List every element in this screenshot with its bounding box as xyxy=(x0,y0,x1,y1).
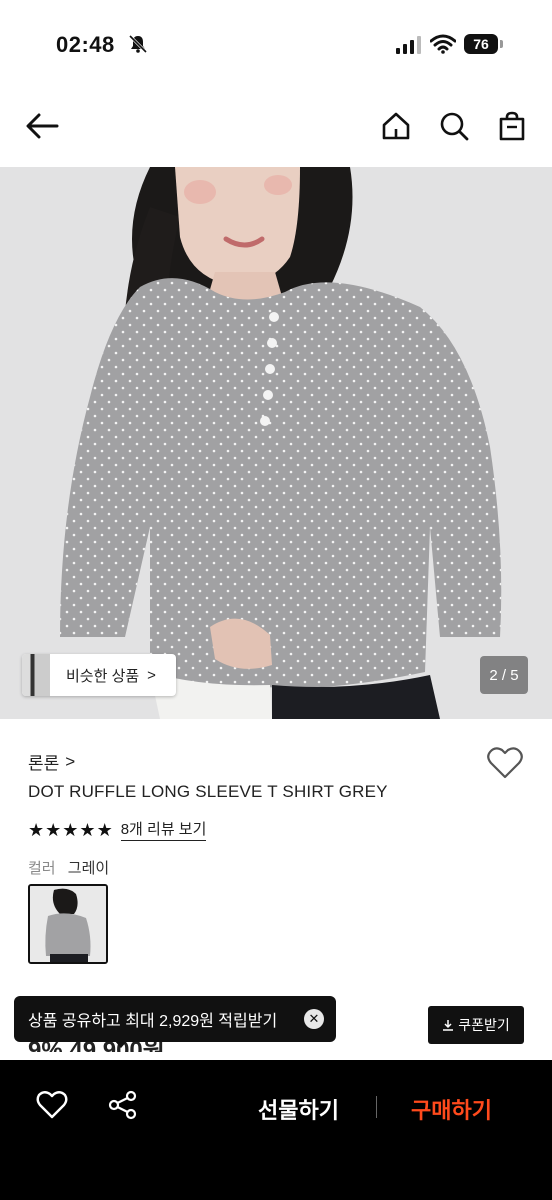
divider xyxy=(376,1096,377,1118)
star-icon: ★ xyxy=(28,819,45,840)
star-rating: ★ ★ ★ ★ ★ xyxy=(28,820,113,840)
top-nav xyxy=(0,90,552,166)
star-icon: ★ xyxy=(96,819,113,840)
bottom-action-bar: 선물하기 구매하기 xyxy=(0,1060,552,1200)
similar-products-label: 비슷한 상품 xyxy=(66,667,140,685)
search-button[interactable] xyxy=(436,108,472,144)
color-swatch-grey[interactable] xyxy=(28,884,108,964)
tooltip-message: 상품 공유하고 최대 2,929원 적립받기 xyxy=(28,1013,278,1030)
home-button[interactable] xyxy=(378,108,414,144)
review-link[interactable]: 8개 리뷰 보기 xyxy=(120,818,207,841)
color-label: 컬러 xyxy=(28,860,56,877)
share-reward-tooltip: 상품 공유하고 최대 2,929원 적립받기 ✕ xyxy=(14,996,336,1042)
similar-products-button[interactable]: 비슷한 상품 > xyxy=(22,654,176,696)
close-icon[interactable]: ✕ xyxy=(304,1009,324,1029)
download-icon xyxy=(443,1020,454,1031)
product-title: DOT RUFFLE LONG SLEEVE T SHIRT GREY xyxy=(28,782,388,801)
status-time: 02:48 xyxy=(56,32,115,57)
color-value: 그레이 xyxy=(67,860,110,877)
brand-link[interactable]: 론론 > xyxy=(28,749,75,774)
rating-row: ★ ★ ★ ★ ★ 8개 리뷰 보기 xyxy=(28,818,207,841)
heart-icon[interactable] xyxy=(36,1090,68,1120)
back-button[interactable] xyxy=(24,108,60,144)
back-arrow-icon xyxy=(26,113,59,139)
coupon-button[interactable]: 쿠폰받기 xyxy=(428,1006,524,1044)
chevron-right-icon: > xyxy=(147,666,156,684)
gift-button[interactable]: 선물하기 xyxy=(258,1093,339,1125)
status-bar: 02:48 76 xyxy=(0,0,552,90)
bell-muted-icon xyxy=(128,34,148,54)
tooltip-pointer xyxy=(114,1040,128,1048)
similar-products-thumbnail xyxy=(22,654,50,696)
wifi-icon xyxy=(430,34,456,54)
star-icon: ★ xyxy=(62,819,79,840)
color-option-row: 컬러 그레이 xyxy=(28,857,109,878)
product-photo xyxy=(0,167,552,719)
shopping-bag-icon xyxy=(499,111,525,141)
battery-level: 76 xyxy=(464,34,498,54)
wishlist-heart-icon[interactable] xyxy=(486,746,524,780)
cart-button[interactable] xyxy=(494,108,530,144)
battery-indicator: 76 xyxy=(464,34,504,54)
image-counter: 2 / 5 xyxy=(480,656,528,694)
cellular-signal-icon xyxy=(396,36,421,54)
star-icon: ★ xyxy=(79,819,96,840)
search-icon xyxy=(440,112,469,141)
chevron-right-icon: > xyxy=(65,751,76,771)
product-image[interactable] xyxy=(0,167,552,719)
swatch-thumbnail xyxy=(30,886,106,962)
home-icon xyxy=(382,112,410,140)
star-icon: ★ xyxy=(45,819,62,840)
brand-name: 론론 xyxy=(28,754,60,773)
buy-button[interactable]: 구매하기 xyxy=(411,1093,492,1125)
share-icon[interactable] xyxy=(108,1090,138,1120)
coupon-label: 쿠폰받기 xyxy=(458,1017,510,1033)
